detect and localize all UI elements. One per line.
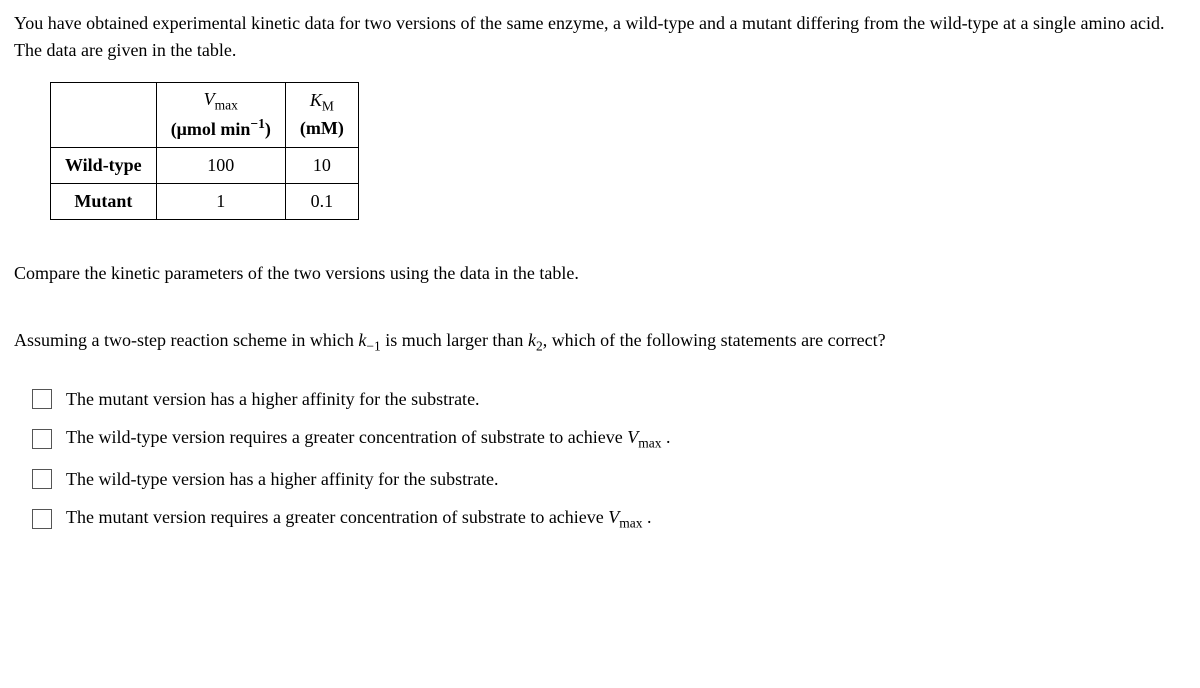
kinetics-table: Vmax (μmol min−1) KM (mM) Wild-type 100 … — [50, 82, 359, 220]
row-label: Mutant — [51, 183, 157, 219]
table-row: Wild-type 100 10 — [51, 147, 359, 183]
checkbox[interactable] — [32, 429, 52, 449]
checkbox[interactable] — [32, 389, 52, 409]
option-text: The wild-type version has a higher affin… — [66, 465, 499, 494]
option-text: The wild-type version requires a greater… — [66, 423, 671, 454]
options-group: The mutant version has a higher affinity… — [32, 385, 1186, 535]
question-text: Assuming a two-step reaction scheme in w… — [14, 327, 1186, 357]
cell-km: 0.1 — [285, 183, 358, 219]
table-row: Mutant 1 0.1 — [51, 183, 359, 219]
option-4: The mutant version requires a greater co… — [32, 503, 1186, 534]
cell-km: 10 — [285, 147, 358, 183]
cell-vmax: 1 — [156, 183, 285, 219]
cell-vmax: 100 — [156, 147, 285, 183]
vmax-header: Vmax (μmol min−1) — [156, 83, 285, 148]
empty-header — [51, 83, 157, 148]
option-3: The wild-type version has a higher affin… — [32, 465, 1186, 494]
option-text: The mutant version requires a greater co… — [66, 503, 652, 534]
option-1: The mutant version has a higher affinity… — [32, 385, 1186, 414]
option-2: The wild-type version requires a greater… — [32, 423, 1186, 454]
km-header: KM (mM) — [285, 83, 358, 148]
compare-prompt: Compare the kinetic parameters of the tw… — [14, 260, 1186, 287]
intro-text: You have obtained experimental kinetic d… — [14, 10, 1186, 64]
row-label: Wild-type — [51, 147, 157, 183]
checkbox[interactable] — [32, 509, 52, 529]
option-text: The mutant version has a higher affinity… — [66, 385, 480, 414]
checkbox[interactable] — [32, 469, 52, 489]
